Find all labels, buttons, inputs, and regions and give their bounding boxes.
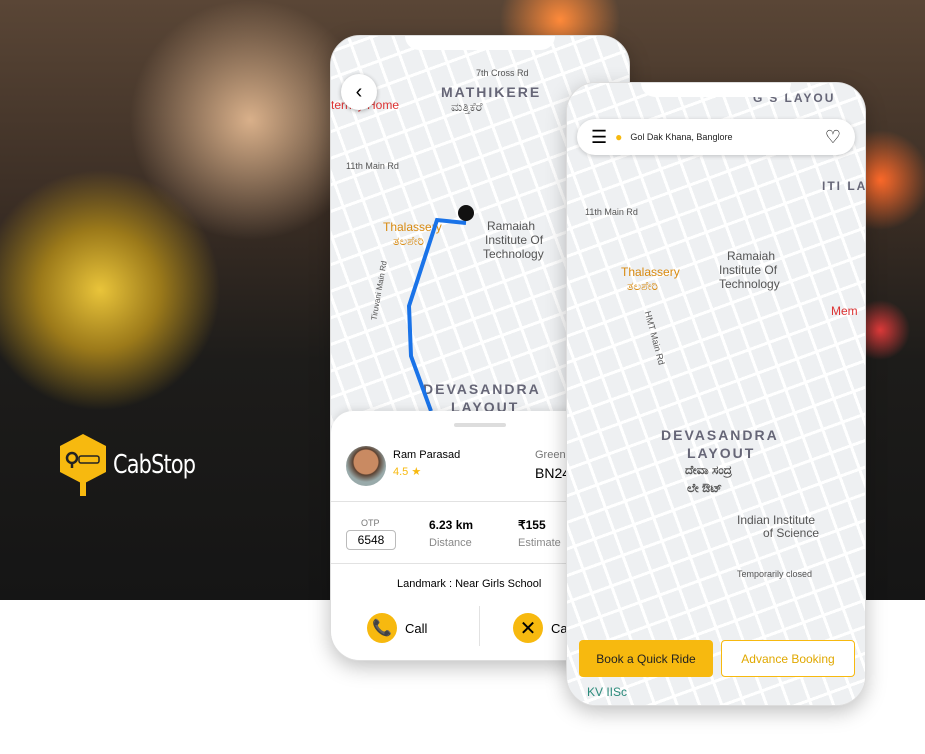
driver-name: Ram Parasad: [393, 449, 461, 461]
otp-label: OTP: [361, 518, 380, 528]
driver-rating: 4.5 ★: [393, 465, 421, 478]
map-label: Indian Institute: [737, 513, 816, 527]
map-label: ತಲಶೇರಿ: [627, 279, 658, 293]
back-button[interactable]: ‹: [341, 74, 377, 110]
map-label: Thalassery: [621, 265, 680, 279]
star-icon: ★: [411, 466, 422, 478]
brand-name: CabStop: [113, 450, 196, 480]
close-icon: ✕: [513, 613, 543, 643]
map-label: DEVASANDRA: [661, 427, 779, 443]
phone-icon: 📞: [367, 613, 397, 643]
distance-label: Distance: [429, 537, 472, 549]
cabstop-logo: CabStop: [57, 432, 216, 498]
driver-avatar: [346, 446, 386, 486]
heart-icon[interactable]: ♡: [825, 127, 841, 148]
location-search-bar[interactable]: ☰ ● Gol Dak Khana, Banglore ♡: [577, 119, 855, 155]
location-text[interactable]: Gol Dak Khana, Banglore: [630, 132, 816, 142]
rating-value: 4.5: [393, 466, 409, 478]
estimate-label: Estimate: [518, 537, 561, 549]
map-label: of Science: [763, 526, 820, 540]
car-color: Green: [535, 449, 566, 461]
landmark-text: Landmark : Near Girls School: [397, 578, 542, 590]
chevron-left-icon: ‹: [355, 80, 363, 103]
map-label: Institute Of: [719, 263, 778, 277]
map-label: ITI LAY: [822, 179, 866, 193]
map-label: Temporarily closed: [737, 569, 813, 579]
otp-value: 6548: [346, 530, 396, 550]
cancel-button[interactable]: ✕ Ca: [513, 613, 568, 643]
map[interactable]: Thalassery ತಲಶೇರಿ Ramaiah Institute Of T…: [567, 83, 865, 705]
map-label: KV IISc: [587, 685, 628, 699]
map-label: 11th Main Rd: [585, 207, 638, 217]
map-label: ಲೇ ಔಟ್: [687, 481, 722, 495]
phone-notch: [405, 36, 555, 50]
map-label: ದೇವಾ ಸಂದ್ರ: [685, 463, 732, 477]
drag-handle[interactable]: [454, 423, 506, 427]
map-label: Mem: [831, 304, 858, 318]
call-button[interactable]: 📞 Call: [367, 613, 427, 643]
phone-notch: [641, 83, 791, 97]
map-label: HMT Main Rd: [642, 309, 667, 367]
location-pin-icon: ●: [615, 130, 623, 144]
advance-booking-button[interactable]: Advance Booking: [721, 640, 855, 677]
map-label: Ramaiah: [727, 249, 776, 263]
distance-value: 6.23 km: [429, 518, 474, 532]
estimate-value: ₹155: [518, 518, 546, 532]
map-label: Technology: [719, 277, 780, 291]
book-quick-ride-button[interactable]: Book a Quick Ride: [579, 640, 713, 677]
car-plate: BN24: [535, 465, 571, 481]
call-label: Call: [405, 620, 428, 636]
phone-booking: Thalassery ತಲಶೇರಿ Ramaiah Institute Of T…: [566, 82, 866, 706]
divider: [479, 606, 480, 646]
map-label: LAYOUT: [687, 445, 756, 461]
logo-hexagon-icon: [60, 434, 106, 496]
hamburger-menu-icon[interactable]: ☰: [591, 127, 607, 148]
